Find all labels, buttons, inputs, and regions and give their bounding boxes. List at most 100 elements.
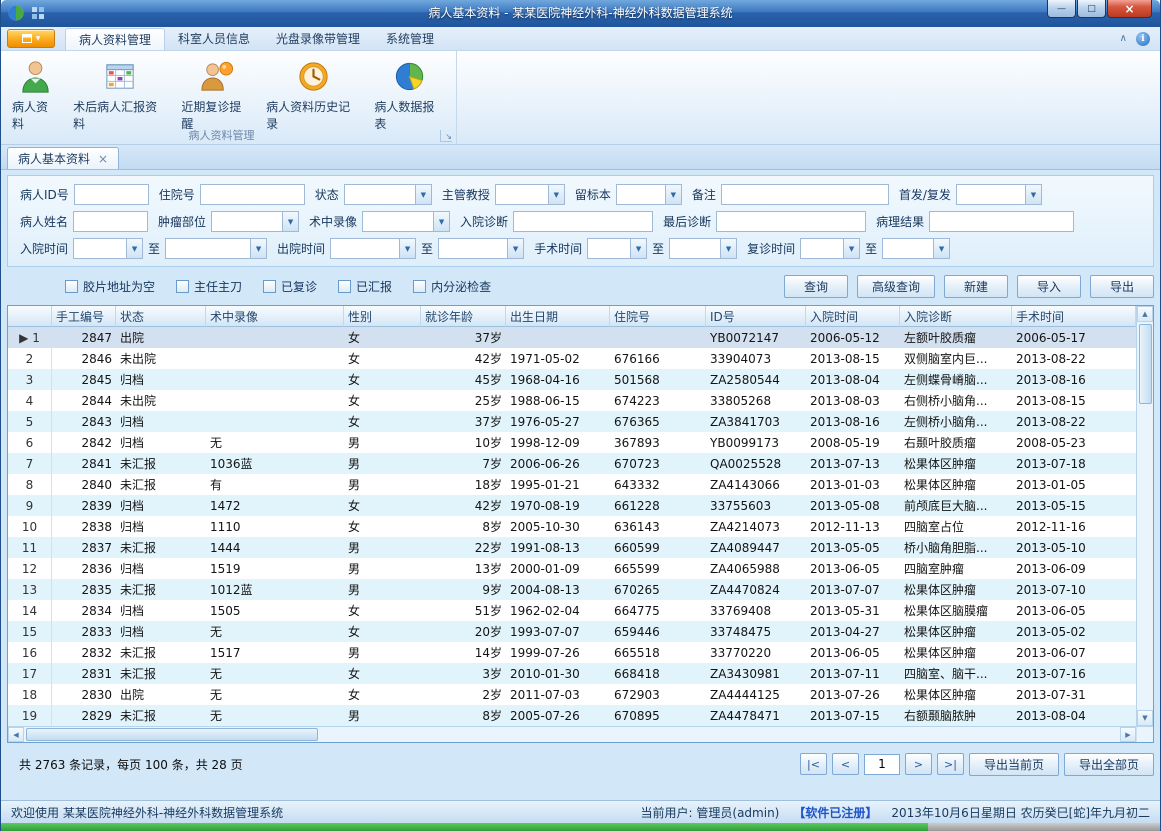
column-header-code[interactable]: 手工编号 bbox=[52, 306, 116, 327]
table-row[interactable]: 162832未汇报1517男14岁1999-07-266655183377022… bbox=[8, 642, 1136, 663]
minimize-button[interactable]: — bbox=[1047, 0, 1076, 18]
postop-report-button[interactable]: 术后病人汇报资料 bbox=[66, 54, 174, 134]
vertical-scroll-thumb[interactable] bbox=[1139, 324, 1152, 404]
scroll-left-icon[interactable]: ◀ bbox=[8, 727, 24, 742]
first-page-button[interactable]: |< bbox=[800, 753, 827, 775]
chevron-down-icon[interactable]: ▼ bbox=[630, 239, 646, 258]
vertical-scrollbar[interactable]: ▲ ▼ bbox=[1136, 306, 1153, 726]
chevron-down-icon[interactable]: ▼ bbox=[433, 212, 449, 231]
filter-checkbox[interactable]: 主任主刀 bbox=[176, 278, 242, 295]
filter-combo[interactable]: ▼ bbox=[344, 184, 432, 205]
collapse-ribbon-icon[interactable]: ∧ bbox=[1120, 34, 1127, 44]
filter-combo[interactable]: ▼ bbox=[800, 238, 860, 259]
table-row[interactable]: 22846未出院女42岁1971-05-02676166339040732013… bbox=[8, 348, 1136, 369]
quick-access-icon[interactable] bbox=[31, 6, 45, 23]
main-menu-button[interactable]: ▼ bbox=[7, 29, 55, 48]
table-row[interactable]: 92839归档1472女42岁1970-08-19661228337556032… bbox=[8, 495, 1136, 516]
table-row[interactable]: 152833归档无女20岁1993-07-0765944633748475201… bbox=[8, 621, 1136, 642]
doc-tab-close-icon[interactable]: × bbox=[98, 152, 108, 166]
tab-system-management[interactable]: 系统管理 bbox=[373, 28, 447, 50]
table-row[interactable]: 62842归档无男10岁1998-12-09367893YB0099173200… bbox=[8, 432, 1136, 453]
chevron-down-icon[interactable]: ▼ bbox=[415, 185, 431, 204]
tab-patient-data-management[interactable]: 病人资料管理 bbox=[65, 28, 165, 50]
chevron-down-icon[interactable]: ▼ bbox=[665, 185, 681, 204]
close-button[interactable]: × bbox=[1107, 0, 1152, 18]
filter-checkbox[interactable]: 内分泌检查 bbox=[413, 278, 491, 295]
checkbox-box-icon[interactable] bbox=[263, 280, 276, 293]
chevron-down-icon[interactable]: ▼ bbox=[548, 185, 564, 204]
export-current-page-button[interactable]: 导出当前页 bbox=[969, 753, 1059, 776]
table-row[interactable]: 192829未汇报无男8岁2005-07-26670895ZA447847120… bbox=[8, 705, 1136, 726]
revisit-reminder-button[interactable]: 近期复诊提醒 bbox=[174, 54, 259, 134]
query-button[interactable]: 查询 bbox=[784, 275, 848, 298]
filter-input[interactable] bbox=[929, 211, 1074, 232]
table-row[interactable]: 132835未汇报1012蓝男9岁2004-08-13670265ZA44708… bbox=[8, 579, 1136, 600]
filter-combo[interactable]: ▼ bbox=[73, 238, 143, 259]
chevron-down-icon[interactable]: ▼ bbox=[282, 212, 298, 231]
horizontal-scrollbar[interactable]: ◀ ▶ bbox=[8, 726, 1153, 742]
filter-combo[interactable]: ▼ bbox=[211, 211, 299, 232]
column-header-sex[interactable]: 性别 bbox=[344, 306, 421, 327]
filter-combo[interactable]: ▼ bbox=[495, 184, 565, 205]
table-row[interactable]: 122836归档1519男13岁2000-01-09665599ZA406598… bbox=[8, 558, 1136, 579]
table-row[interactable]: 182830出院无女2岁2011-07-03672903ZA4444125201… bbox=[8, 684, 1136, 705]
table-row[interactable]: 142834归档1505女51岁1962-02-0466477533769408… bbox=[8, 600, 1136, 621]
page-number-input[interactable] bbox=[864, 754, 900, 775]
column-header-surgery[interactable]: 手术时间 bbox=[1012, 306, 1136, 327]
maximize-button[interactable]: □ bbox=[1077, 0, 1106, 18]
scroll-down-icon[interactable]: ▼ bbox=[1137, 710, 1153, 726]
column-header-diag[interactable]: 入院诊断 bbox=[900, 306, 1012, 327]
last-page-button[interactable]: >| bbox=[937, 753, 964, 775]
table-row[interactable]: 102838归档1110女8岁2005-10-30636143ZA4214073… bbox=[8, 516, 1136, 537]
scroll-right-icon[interactable]: ▶ bbox=[1120, 727, 1136, 742]
filter-combo[interactable]: ▼ bbox=[165, 238, 267, 259]
column-header-age[interactable]: 就诊年龄 bbox=[421, 306, 506, 327]
filter-input[interactable] bbox=[73, 211, 148, 232]
registered-badge[interactable]: 【软件已注册】 bbox=[793, 804, 877, 821]
filter-combo[interactable]: ▼ bbox=[616, 184, 682, 205]
filter-combo[interactable]: ▼ bbox=[330, 238, 416, 259]
filter-combo[interactable]: ▼ bbox=[956, 184, 1042, 205]
table-row[interactable]: ▶ 12847出院女37岁YB00721472006-05-12左额叶胶质瘤20… bbox=[8, 327, 1136, 348]
chevron-down-icon[interactable]: ▼ bbox=[843, 239, 859, 258]
chevron-down-icon[interactable]: ▼ bbox=[126, 239, 142, 258]
checkbox-box-icon[interactable] bbox=[413, 280, 426, 293]
checkbox-box-icon[interactable] bbox=[65, 280, 78, 293]
new-button[interactable]: 新建 bbox=[944, 275, 1008, 298]
chevron-down-icon[interactable]: ▼ bbox=[1025, 185, 1041, 204]
chevron-down-icon[interactable]: ▼ bbox=[720, 239, 736, 258]
column-header-id[interactable]: ID号 bbox=[706, 306, 806, 327]
column-header-num[interactable] bbox=[8, 306, 52, 327]
help-info-icon[interactable]: i bbox=[1136, 32, 1150, 46]
data-report-button[interactable]: 病人数据报表 bbox=[367, 54, 452, 134]
filter-combo[interactable]: ▼ bbox=[882, 238, 950, 259]
table-row[interactable]: 32845归档女45岁1968-04-16501568ZA25805442013… bbox=[8, 369, 1136, 390]
table-row[interactable]: 52843归档女37岁1976-05-27676365ZA38417032013… bbox=[8, 411, 1136, 432]
filter-checkbox[interactable]: 胶片地址为空 bbox=[65, 278, 155, 295]
scroll-up-icon[interactable]: ▲ bbox=[1137, 306, 1153, 322]
chevron-down-icon[interactable]: ▼ bbox=[250, 239, 266, 258]
export-button[interactable]: 导出 bbox=[1090, 275, 1154, 298]
chevron-down-icon[interactable]: ▼ bbox=[399, 239, 415, 258]
filter-input[interactable] bbox=[74, 184, 149, 205]
filter-combo[interactable]: ▼ bbox=[438, 238, 524, 259]
doc-tab-patient-basic[interactable]: 病人基本资料 × bbox=[7, 147, 119, 169]
tab-disc-video-management[interactable]: 光盘录像带管理 bbox=[263, 28, 373, 50]
next-page-button[interactable]: > bbox=[905, 753, 932, 775]
tab-department-staff[interactable]: 科室人员信息 bbox=[165, 28, 263, 50]
column-header-status[interactable]: 状态 bbox=[116, 306, 206, 327]
table-row[interactable]: 82840未汇报有男18岁1995-01-21643332ZA414306620… bbox=[8, 474, 1136, 495]
checkbox-box-icon[interactable] bbox=[338, 280, 351, 293]
checkbox-box-icon[interactable] bbox=[176, 280, 189, 293]
chevron-down-icon[interactable]: ▼ bbox=[507, 239, 523, 258]
table-row[interactable]: 72841未汇报1036蓝男7岁2006-06-26670723QA002552… bbox=[8, 453, 1136, 474]
filter-combo[interactable]: ▼ bbox=[669, 238, 737, 259]
import-button[interactable]: 导入 bbox=[1017, 275, 1081, 298]
filter-input[interactable] bbox=[716, 211, 866, 232]
table-row[interactable]: 112837未汇报1444男22岁1991-08-13660599ZA40894… bbox=[8, 537, 1136, 558]
horizontal-scroll-thumb[interactable] bbox=[26, 728, 318, 741]
column-header-birth[interactable]: 出生日期 bbox=[506, 306, 610, 327]
table-row[interactable]: 42844未出院女25岁1988-06-15674223338052682013… bbox=[8, 390, 1136, 411]
filter-input[interactable] bbox=[513, 211, 653, 232]
column-header-video[interactable]: 术中录像 bbox=[206, 306, 344, 327]
